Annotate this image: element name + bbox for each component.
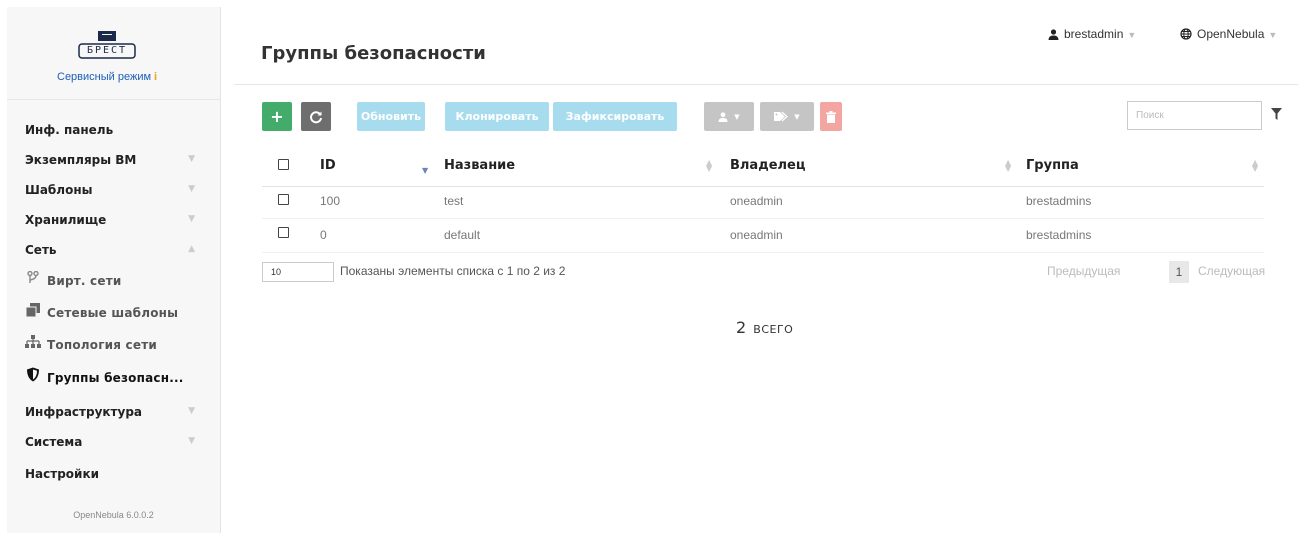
search-input[interactable]: Поиск	[1127, 101, 1262, 130]
tags-icon	[774, 111, 789, 122]
row-checkbox[interactable]	[278, 227, 289, 238]
brest-logo-icon: БРЕСТ	[70, 29, 144, 69]
chevron-down-icon: ▼	[188, 436, 195, 446]
cell-owner: oneadmin	[730, 194, 783, 208]
sort-icon[interactable]: ▲ ▼	[1252, 159, 1258, 173]
brand-logo[interactable]: БРЕСТ Сервисный режим i	[57, 29, 157, 83]
clone-button[interactable]: Клонировать	[445, 102, 549, 131]
sidebar-item-vms[interactable]: Экземпляры ВМ ▼	[25, 153, 195, 167]
sidebar-subitem-net-templates[interactable]: Сетевые шаблоны	[25, 303, 205, 320]
version-label: OpenNebula 6.0.0.2	[73, 510, 154, 520]
page-title: Группы безопасности	[261, 43, 486, 64]
sidebar-subitem-secgroups[interactable]: Группы безопасн...	[25, 367, 205, 385]
column-header-name[interactable]: Название	[444, 158, 515, 173]
branch-icon	[25, 270, 41, 288]
globe-icon	[1180, 28, 1192, 40]
chevron-down-icon: ▼	[1268, 30, 1278, 40]
row-divider	[262, 252, 1264, 253]
chevron-down-icon: ▼	[1127, 30, 1137, 40]
chevron-down-icon: ▼	[188, 214, 195, 224]
cell-owner: oneadmin	[730, 228, 783, 242]
header-divider	[234, 84, 1298, 85]
info-icon[interactable]: i	[154, 71, 157, 83]
user-icon	[1048, 29, 1059, 40]
update-button[interactable]: Обновить	[357, 102, 425, 131]
delete-button[interactable]	[820, 102, 842, 131]
cell-group: brestadmins	[1026, 228, 1092, 242]
page-length-select[interactable]: 10	[262, 262, 334, 282]
cell-id: 0	[320, 228, 327, 242]
user-icon	[718, 111, 728, 122]
next-page-button[interactable]: Следующая	[1198, 264, 1265, 278]
sidebar-item-dashboard[interactable]: Инф. панель	[25, 123, 195, 137]
chevron-down-icon: ▼	[188, 406, 195, 416]
refresh-button[interactable]	[301, 102, 331, 131]
sort-icon[interactable]: ▲ ▼	[706, 159, 712, 173]
prev-page-button[interactable]: Предыдущая	[1047, 264, 1120, 278]
sidebar-divider	[7, 99, 220, 100]
change-owner-button[interactable]: ▼	[704, 102, 754, 131]
sidebar-item-storage[interactable]: Хранилище ▼	[25, 213, 195, 227]
select-all-checkbox[interactable]	[278, 159, 289, 170]
commit-button[interactable]: Зафиксировать	[553, 102, 677, 131]
zone-menu[interactable]: OpenNebula ▼	[1180, 27, 1277, 41]
total-count: 2	[736, 318, 747, 337]
clone-icon	[25, 303, 41, 320]
create-button[interactable]: +	[262, 102, 292, 131]
sort-icon[interactable]: ▲ ▼	[1005, 159, 1011, 173]
cell-id: 100	[320, 194, 341, 208]
sidebar-item-infrastructure[interactable]: Инфраструктура ▼	[25, 405, 195, 419]
table-header-divider	[262, 186, 1264, 187]
chevron-down-icon: ▼	[188, 154, 195, 164]
shield-icon	[25, 367, 41, 385]
service-mode-label: Сервисный режим i	[57, 71, 158, 83]
cell-name: default	[444, 228, 481, 242]
user-menu[interactable]: brestadmin ▼	[1048, 27, 1136, 41]
row-checkbox[interactable]	[278, 194, 289, 205]
sidebar: БРЕСТ Сервисный режим i Инф. панель Экзем…	[7, 7, 221, 533]
column-header-id[interactable]: ID	[320, 158, 336, 173]
sitemap-icon	[25, 335, 41, 352]
sidebar-item-system[interactable]: Система ▼	[25, 435, 195, 449]
trash-icon	[826, 110, 836, 123]
page-number-button[interactable]: 1	[1169, 261, 1189, 283]
filter-icon[interactable]	[1271, 108, 1282, 120]
chevron-down-icon: ▼	[794, 112, 800, 121]
total-summary: 2 ВСЕГО	[736, 318, 793, 337]
sidebar-item-network[interactable]: Сеть ▲	[25, 243, 195, 257]
row-divider	[262, 218, 1264, 219]
sort-desc-icon[interactable]: ▼	[422, 167, 428, 175]
sidebar-item-settings[interactable]: Настройки	[25, 467, 195, 481]
sidebar-subitem-vnets[interactable]: Вирт. сети	[25, 270, 205, 288]
cell-group: brestadmins	[1026, 194, 1092, 208]
labels-button[interactable]: ▼	[760, 102, 814, 131]
sidebar-item-templates[interactable]: Шаблоны ▼	[25, 183, 195, 197]
cell-name: test	[444, 194, 464, 208]
total-label: ВСЕГО	[753, 323, 794, 336]
logo-text: БРЕСТ	[86, 45, 128, 56]
sidebar-subitem-topology[interactable]: Топология сети	[25, 335, 205, 352]
refresh-icon	[310, 110, 322, 123]
chevron-up-icon: ▲	[188, 244, 195, 254]
chevron-down-icon: ▼	[734, 112, 740, 121]
column-header-group[interactable]: Группа	[1026, 158, 1079, 173]
column-header-owner[interactable]: Владелец	[730, 158, 806, 173]
chevron-down-icon: ▼	[188, 184, 195, 194]
table-info: Показаны элементы списка с 1 по 2 из 2	[340, 264, 566, 278]
